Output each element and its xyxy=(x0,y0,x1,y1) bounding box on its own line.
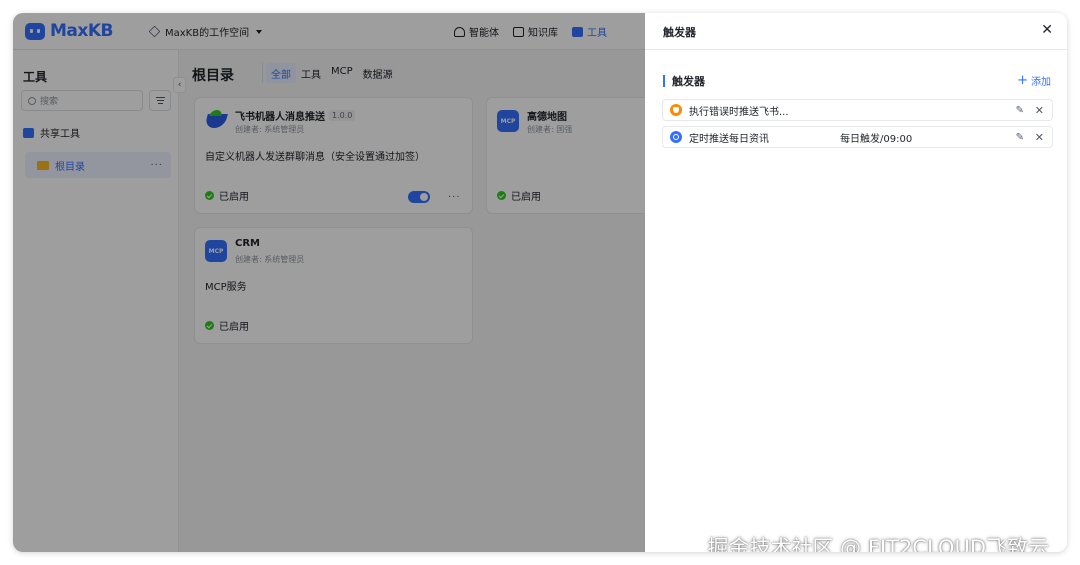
plus-icon: + xyxy=(1017,72,1028,88)
trigger-item[interactable]: 执行错误时推送飞书... ✎ ✕ xyxy=(662,99,1053,121)
trigger-name: 定时推送每日资讯 xyxy=(689,133,769,145)
clock-icon xyxy=(670,131,682,143)
add-trigger-button[interactable]: + 添加 xyxy=(1017,72,1051,89)
trigger-drawer: 触发器 ✕ 触发器 + 添加 执行错误时推送飞书... ✎ ✕ 定时推送每日资讯… xyxy=(645,13,1067,552)
section-title: 触发器 xyxy=(663,73,705,89)
app-window: MaxKB MaxKB的工作空间 智能体 知识库 工具 工具 搜索 共享工具 根… xyxy=(13,13,1067,552)
close-icon[interactable]: ✕ xyxy=(1041,22,1053,38)
section-bar xyxy=(663,75,665,87)
drawer-header: 触发器 ✕ xyxy=(645,13,1067,50)
trigger-name: 执行错误时推送飞书... xyxy=(689,106,789,118)
trigger-item[interactable]: 定时推送每日资讯 每日触发/09:00 ✎ ✕ xyxy=(662,126,1053,148)
trigger-schedule: 每日触发/09:00 xyxy=(840,133,913,145)
delete-icon[interactable]: ✕ xyxy=(1035,131,1044,144)
drawer-title: 触发器 xyxy=(663,26,696,39)
watermark: 掘金技术社区 @ FIT2CLOUD飞致云 xyxy=(707,536,1050,552)
delete-icon[interactable]: ✕ xyxy=(1035,104,1044,117)
edit-icon[interactable]: ✎ xyxy=(1016,105,1024,116)
event-trigger-icon xyxy=(670,104,682,116)
edit-icon[interactable]: ✎ xyxy=(1016,132,1024,143)
modal-overlay[interactable] xyxy=(13,13,645,552)
